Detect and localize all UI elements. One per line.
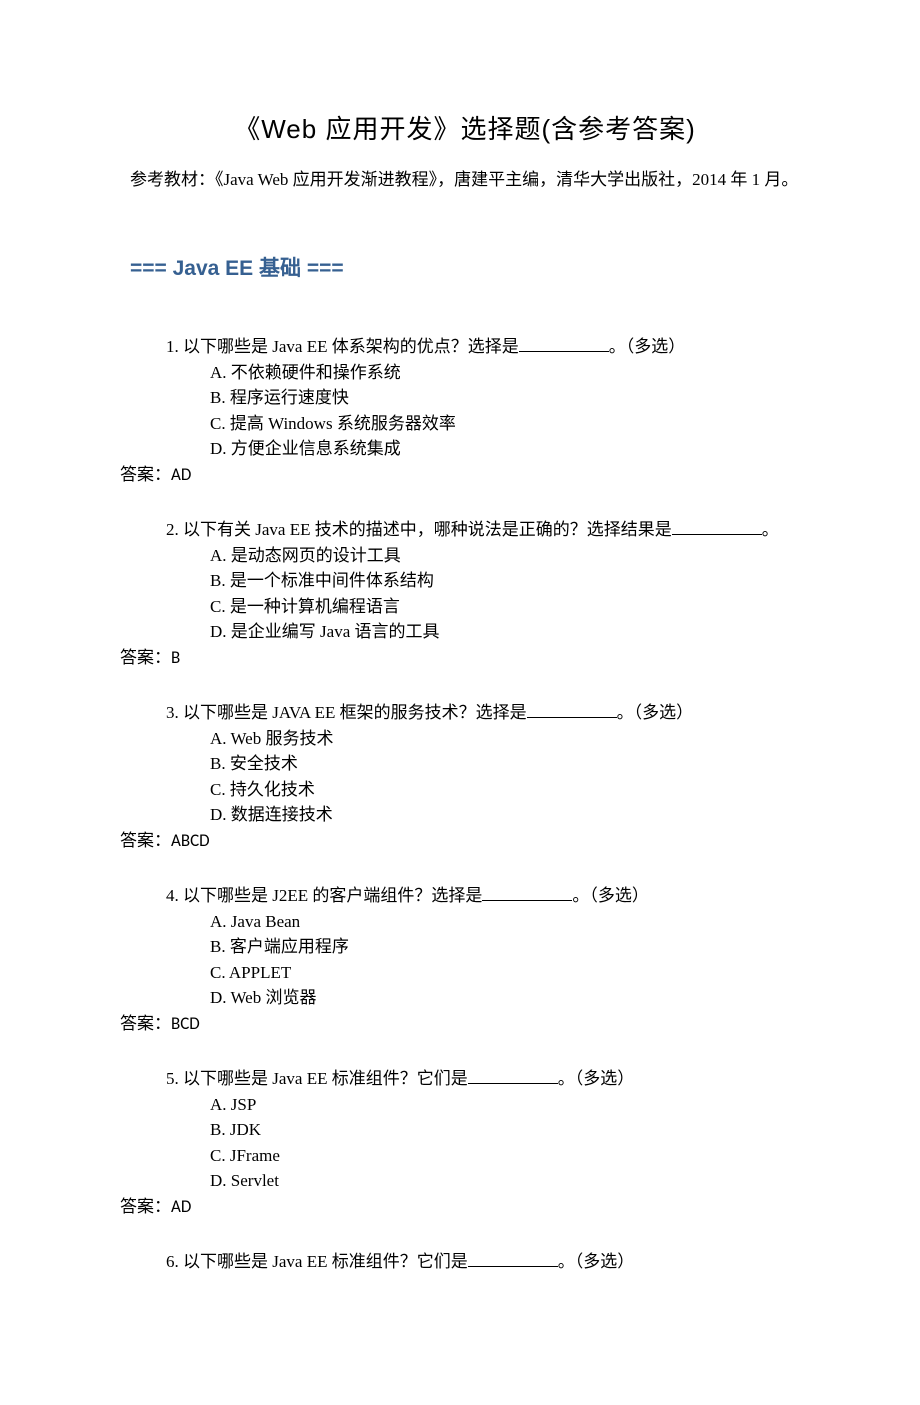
question-text: 4. 以下哪些是 J2EE 的客户端组件？选择是 。（多选） bbox=[130, 883, 800, 909]
option: C. 持久化技术 bbox=[210, 777, 800, 803]
question-text: 5. 以下哪些是 Java EE 标准组件？它们是 。（多选） bbox=[130, 1066, 800, 1092]
fill-blank bbox=[482, 883, 572, 901]
answer-prefix: 答案： bbox=[120, 1014, 171, 1033]
question-number: 3. bbox=[166, 703, 183, 722]
section-header: === Java EE 基础 === bbox=[130, 253, 800, 285]
option: A. 不依赖硬件和操作系统 bbox=[210, 360, 800, 386]
question-stem-after: 。（多选） bbox=[617, 703, 694, 722]
option: D. Servlet bbox=[210, 1168, 800, 1194]
option: C. 是一种计算机编程语言 bbox=[210, 594, 800, 620]
answer-line: 答案：AD bbox=[120, 462, 800, 488]
fill-blank bbox=[672, 517, 762, 535]
question-stem-after: 。 bbox=[762, 520, 779, 539]
question: 1. 以下哪些是 Java EE 体系架构的优点？选择是 。（多选） A. 不依赖硬… bbox=[130, 334, 800, 487]
option: B. 是一个标准中间件体系结构 bbox=[210, 568, 800, 594]
answer-prefix: 答案： bbox=[120, 1197, 171, 1216]
option: C. JFrame bbox=[210, 1143, 800, 1169]
question-number: 1. bbox=[166, 337, 183, 356]
option: A. JSP bbox=[210, 1092, 800, 1118]
question-text: 3. 以下哪些是 JAVA EE 框架的服务技术？选择是 。（多选） bbox=[130, 700, 800, 726]
question-stem-before: 以下有关 Java EE 技术的描述中，哪种说法是正确的？选择结果是 bbox=[183, 520, 672, 539]
question-stem-before: 以下哪些是 Java EE 体系架构的优点？选择是 bbox=[183, 337, 519, 356]
answer-value: B bbox=[171, 647, 180, 668]
question: 6. 以下哪些是 Java EE 标准组件？它们是 。（多选） bbox=[130, 1249, 800, 1275]
options-list: A. 不依赖硬件和操作系统B. 程序运行速度快C. 提高 Windows 系统服… bbox=[130, 360, 800, 462]
question-stem-before: 以下哪些是 Java EE 标准组件？它们是 bbox=[183, 1069, 468, 1088]
answer-prefix: 答案： bbox=[120, 465, 171, 484]
answer-line: 答案：BCD bbox=[120, 1011, 800, 1037]
reference-text: 参考教材：《Java Web 应用开发渐进教程》，唐建平主编，清华大学出版社，2… bbox=[130, 167, 800, 193]
question-stem-after: 。（多选） bbox=[609, 337, 686, 356]
fill-blank bbox=[519, 334, 609, 352]
options-list: A. JSPB. JDKC. JFrameD. Servlet bbox=[130, 1092, 800, 1194]
question-text: 6. 以下哪些是 Java EE 标准组件？它们是 。（多选） bbox=[130, 1249, 800, 1275]
question-text: 1. 以下哪些是 Java EE 体系架构的优点？选择是 。（多选） bbox=[130, 334, 800, 360]
option: C. 提高 Windows 系统服务器效率 bbox=[210, 411, 800, 437]
option: D. Web 浏览器 bbox=[210, 985, 800, 1011]
option: D. 数据连接技术 bbox=[210, 802, 800, 828]
option: D. 是企业编写 Java 语言的工具 bbox=[210, 619, 800, 645]
answer-line: 答案：ABCD bbox=[120, 828, 800, 854]
question-number: 6. bbox=[166, 1252, 183, 1271]
document-page: 《Web 应用开发》选择题(含参考答案) 参考教材：《Java Web 应用开发… bbox=[0, 0, 920, 1405]
question: 3. 以下哪些是 JAVA EE 框架的服务技术？选择是 。（多选） A. Web … bbox=[130, 700, 800, 853]
options-list: A. 是动态网页的设计工具B. 是一个标准中间件体系结构C. 是一种计算机编程语… bbox=[130, 543, 800, 645]
fill-blank bbox=[468, 1066, 558, 1084]
question: 2. 以下有关 Java EE 技术的描述中，哪种说法是正确的？选择结果是 。 A.… bbox=[130, 517, 800, 670]
question: 5. 以下哪些是 Java EE 标准组件？它们是 。（多选） A. JSPB. J… bbox=[130, 1066, 800, 1219]
answer-value: ABCD bbox=[171, 830, 210, 851]
option: A. Web 服务技术 bbox=[210, 726, 800, 752]
question-stem-before: 以下哪些是 Java EE 标准组件？它们是 bbox=[183, 1252, 468, 1271]
question-stem-after: 。（多选） bbox=[558, 1252, 635, 1271]
question-number: 4. bbox=[166, 886, 183, 905]
question: 4. 以下哪些是 J2EE 的客户端组件？选择是 。（多选） A. Java Bea… bbox=[130, 883, 800, 1036]
option: C. APPLET bbox=[210, 960, 800, 986]
answer-line: 答案：AD bbox=[120, 1194, 800, 1220]
question-number: 2. bbox=[166, 520, 183, 539]
option: B. 客户端应用程序 bbox=[210, 934, 800, 960]
answer-prefix: 答案： bbox=[120, 648, 171, 667]
question-text: 2. 以下有关 Java EE 技术的描述中，哪种说法是正确的？选择结果是 。 bbox=[130, 517, 800, 543]
option: A. Java Bean bbox=[210, 909, 800, 935]
option: B. 程序运行速度快 bbox=[210, 385, 800, 411]
option: B. 安全技术 bbox=[210, 751, 800, 777]
option: A. 是动态网页的设计工具 bbox=[210, 543, 800, 569]
question-stem-before: 以下哪些是 JAVA EE 框架的服务技术？选择是 bbox=[183, 703, 527, 722]
question-stem-after: 。（多选） bbox=[558, 1069, 635, 1088]
answer-prefix: 答案： bbox=[120, 831, 171, 850]
question-number: 5. bbox=[166, 1069, 183, 1088]
questions-container: 1. 以下哪些是 Java EE 体系架构的优点？选择是。（多选）A. 不依赖硬… bbox=[130, 334, 800, 1275]
fill-blank bbox=[527, 700, 617, 718]
question-stem-before: 以下哪些是 J2EE 的客户端组件？选择是 bbox=[183, 886, 482, 905]
option: D. 方便企业信息系统集成 bbox=[210, 436, 800, 462]
options-list: A. Java BeanB. 客户端应用程序C. APPLETD. Web 浏览… bbox=[130, 909, 800, 1011]
answer-value: AD bbox=[171, 1196, 191, 1217]
answer-value: AD bbox=[171, 464, 191, 485]
page-title: 《Web 应用开发》选择题(含参考答案) bbox=[130, 110, 800, 149]
question-stem-after: 。（多选） bbox=[572, 886, 649, 905]
option: B. JDK bbox=[210, 1117, 800, 1143]
answer-value: BCD bbox=[171, 1013, 200, 1034]
options-list: A. Web 服务技术B. 安全技术C. 持久化技术D. 数据连接技术 bbox=[130, 726, 800, 828]
answer-line: 答案：B bbox=[120, 645, 800, 671]
fill-blank bbox=[468, 1249, 558, 1267]
